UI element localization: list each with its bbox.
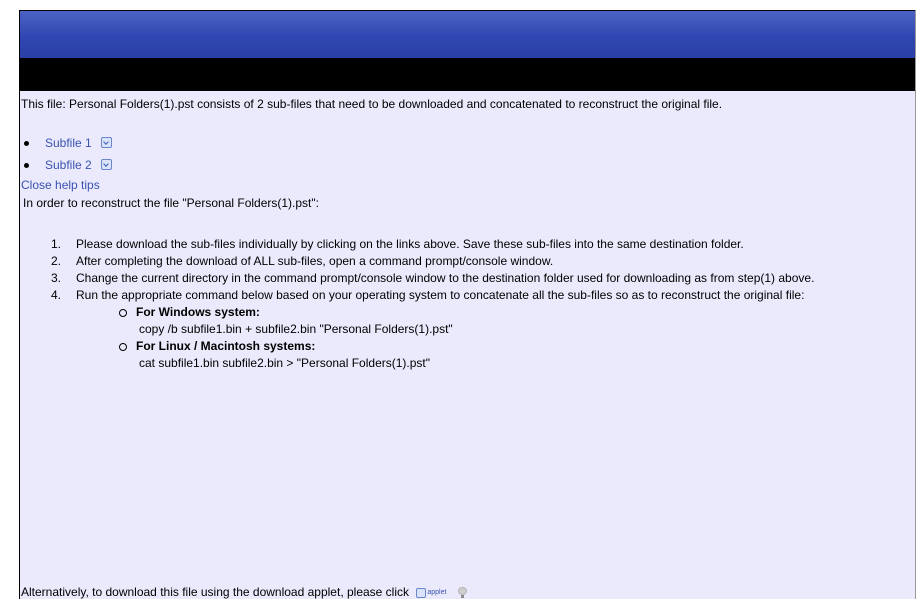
bullet-icon: [24, 163, 29, 168]
header-blue-bar: [20, 11, 915, 58]
download-icon[interactable]: [101, 159, 113, 170]
step-text: After completing the download of ALL sub…: [76, 254, 554, 268]
download-icon[interactable]: [101, 137, 113, 148]
subfile-list: Subfile 1 Subfile 2: [21, 135, 881, 174]
subfile-2-link[interactable]: Subfile 2: [45, 158, 92, 172]
os-command-list: For Windows system: copy /b subfile1.bin…: [76, 304, 881, 372]
step-item: 4. Run the appropriate command below bas…: [21, 287, 881, 372]
list-item: Subfile 2: [21, 157, 881, 174]
step-text: Change the current directory in the comm…: [76, 271, 815, 285]
steps-list: 1. Please download the sub-files individ…: [21, 236, 881, 372]
intro-text: This file: Personal Folders(1).pst consi…: [21, 97, 723, 111]
applet-label: applet: [427, 589, 447, 596]
main-content: This file: Personal Folders(1).pst consi…: [21, 96, 881, 372]
windows-command: copy /b subfile1.bin + subfile2.bin "Per…: [139, 322, 453, 336]
close-help-tips-link[interactable]: Close help tips: [21, 177, 881, 194]
header-black-bar: [20, 58, 915, 91]
circle-bullet-icon: [119, 309, 127, 317]
list-item: Subfile 1: [21, 135, 881, 152]
os-heading-linux: For Linux / Macintosh systems:: [136, 339, 316, 353]
circle-bullet-icon: [119, 343, 127, 351]
os-heading-windows: For Windows system:: [136, 305, 260, 319]
instructions-lead: In order to reconstruct the file "Person…: [23, 196, 319, 210]
linux-command: cat subfile1.bin subfile2.bin > "Persona…: [139, 356, 431, 370]
step-number: 1.: [51, 237, 62, 251]
step-item: 2. After completing the download of ALL …: [21, 253, 881, 270]
os-command-item: For Windows system: copy /b subfile1.bin…: [76, 304, 881, 338]
step-number: 2.: [51, 254, 62, 268]
download-icon: [416, 588, 427, 598]
step-text: Please download the sub-files individual…: [76, 237, 744, 251]
alternative-download: Alternatively, to download this file usi…: [21, 584, 891, 601]
step-item: 1. Please download the sub-files individ…: [21, 236, 881, 253]
step-item: 3. Change the current directory in the c…: [21, 270, 881, 287]
step-number: 4.: [51, 288, 62, 302]
os-command-item: For Linux / Macintosh systems: cat subfi…: [76, 338, 881, 372]
step-text: Run the appropriate command below based …: [76, 288, 805, 302]
subfile-1-link[interactable]: Subfile 1: [45, 136, 92, 150]
lightbulb-icon[interactable]: [457, 587, 467, 598]
bullet-icon: [24, 141, 29, 146]
step-number: 3.: [51, 271, 62, 285]
alternative-text: Alternatively, to download this file usi…: [21, 585, 410, 599]
applet-download-icon[interactable]: applet: [416, 587, 446, 599]
